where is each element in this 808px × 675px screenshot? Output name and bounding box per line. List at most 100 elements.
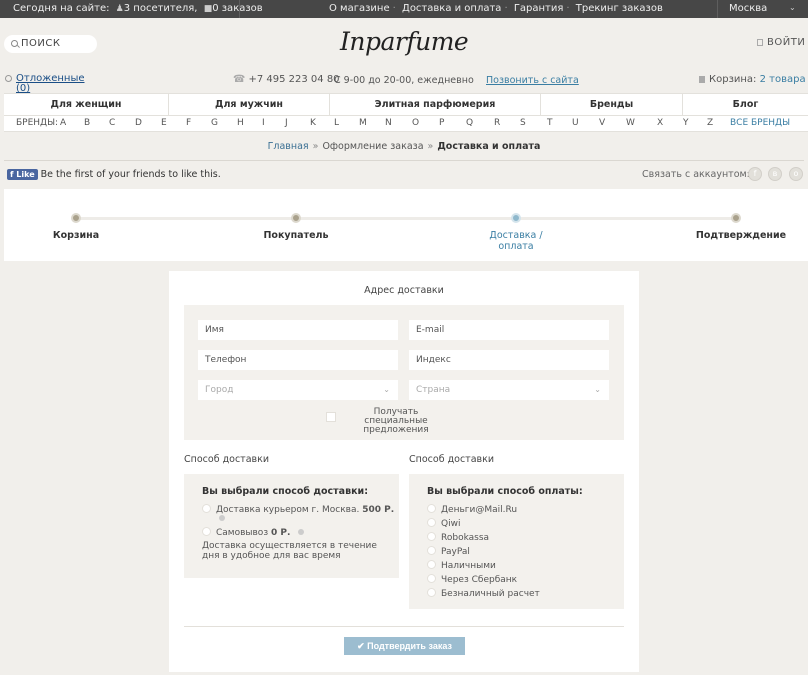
login-button[interactable]: ВОЙТИ bbox=[757, 37, 805, 48]
divider bbox=[4, 160, 804, 161]
country-dropdown[interactable]: Страна ⌄ bbox=[409, 380, 609, 400]
brand-letter[interactable]: L bbox=[334, 118, 339, 128]
breadcrumb-order[interactable]: Оформление заказа bbox=[322, 141, 423, 152]
steps-line bbox=[76, 217, 738, 220]
step-dot-active bbox=[511, 213, 521, 223]
step-delivery-payment: Доставка / оплата bbox=[489, 230, 543, 252]
delivery-note: Доставка осуществляется в течение дня в … bbox=[202, 541, 377, 561]
info-icon[interactable] bbox=[219, 515, 225, 521]
step-cart[interactable]: Корзина bbox=[21, 230, 131, 241]
lock-icon bbox=[757, 39, 763, 46]
payment-option-paypal[interactable]: PayPal bbox=[427, 546, 470, 557]
nav-women[interactable]: Для женщин bbox=[4, 94, 169, 115]
payment-option-cashless[interactable]: Безналичный расчет bbox=[427, 588, 540, 599]
brand-letter[interactable]: W bbox=[626, 118, 635, 128]
visitors-count: 3 посетителя, bbox=[123, 3, 198, 14]
facebook-icon[interactable]: f bbox=[748, 167, 762, 181]
link-account-label: Связать с аккаунтом: bbox=[642, 169, 750, 180]
brand-letter[interactable]: K bbox=[310, 118, 316, 128]
brand-letter[interactable]: C bbox=[109, 118, 115, 128]
nav-men[interactable]: Для мужчин bbox=[169, 94, 330, 115]
nav-brands[interactable]: Бренды bbox=[541, 94, 683, 115]
brand-letter[interactable]: Z bbox=[707, 118, 713, 128]
brand-letter[interactable]: O bbox=[412, 118, 419, 128]
brand-letter[interactable]: N bbox=[385, 118, 392, 128]
brands-alphabet: БРЕНДЫ: A B C D E F G H I J K L M N O P … bbox=[4, 116, 808, 132]
brand-letter[interactable]: T bbox=[547, 118, 553, 128]
cart-items[interactable]: 2 товара bbox=[760, 74, 806, 85]
menu-warranty[interactable]: Гарантия bbox=[514, 3, 564, 14]
step-buyer[interactable]: Покупатель bbox=[241, 230, 351, 241]
menu-about[interactable]: О магазине bbox=[329, 3, 390, 14]
menu-tracking[interactable]: Трекинг заказов bbox=[576, 3, 663, 14]
brand-letter[interactable]: S bbox=[520, 118, 526, 128]
all-brands-link[interactable]: ВСЕ БРЕНДЫ bbox=[730, 118, 790, 128]
brand-letter[interactable]: D bbox=[135, 118, 142, 128]
payment-option-cash[interactable]: Наличными bbox=[427, 560, 496, 571]
search-icon bbox=[11, 40, 18, 47]
brand-letter[interactable]: Y bbox=[683, 118, 689, 128]
offers-label: Получать специальные предложения bbox=[363, 407, 429, 435]
brand-letter[interactable]: X bbox=[657, 118, 663, 128]
payment-option-mailru[interactable]: Деньги@Mail.Ru bbox=[427, 504, 517, 515]
odnoklassniki-icon[interactable]: o bbox=[789, 167, 803, 181]
facebook-like-button[interactable]: f Like bbox=[7, 169, 38, 180]
divider bbox=[184, 626, 624, 627]
brand-letter[interactable]: F bbox=[186, 118, 191, 128]
nav-elite[interactable]: Элитная парфюмерия bbox=[330, 94, 541, 115]
brand-letter[interactable]: V bbox=[599, 118, 605, 128]
confirm-order-button[interactable]: ✔ Подтвердить заказ bbox=[344, 637, 465, 655]
brand-letter[interactable]: A bbox=[60, 118, 66, 128]
name-field[interactable]: Имя bbox=[198, 320, 398, 340]
search-label: ПОИСК bbox=[21, 38, 61, 49]
index-field[interactable]: Индекс bbox=[409, 350, 609, 370]
callback-link[interactable]: Позвонить с сайта bbox=[486, 75, 579, 86]
payment-option-robokassa[interactable]: Robokassa bbox=[427, 532, 489, 543]
site-logo[interactable]: Inparfume bbox=[340, 27, 469, 56]
chevron-down-icon: ⌄ bbox=[594, 385, 601, 394]
info-icon[interactable] bbox=[298, 529, 305, 535]
delivery-pickup-option[interactable]: Самовывоз 0 Р. bbox=[202, 527, 305, 538]
search-input[interactable]: ПОИСК bbox=[4, 35, 97, 53]
payment-option-sberbank[interactable]: Через Сбербанк bbox=[427, 574, 517, 585]
breadcrumb-current: Доставка и оплата bbox=[437, 141, 541, 152]
nav-blog[interactable]: Блог bbox=[683, 94, 808, 115]
main-nav: Для женщин Для мужчин Элитная парфюмерия… bbox=[4, 93, 808, 116]
payment-method-title: Способ доставки bbox=[409, 454, 495, 465]
brand-letter[interactable]: B bbox=[84, 118, 90, 128]
menu-delivery[interactable]: Доставка и оплата bbox=[402, 3, 501, 14]
delivery-courier-option[interactable]: Доставка курьером г. Москва. 500 Р. bbox=[202, 504, 394, 521]
radio[interactable] bbox=[202, 527, 211, 536]
orders-count: 0 заказов bbox=[212, 3, 263, 14]
breadcrumb-home[interactable]: Главная bbox=[268, 141, 309, 152]
checkout-steps: Корзина Покупатель Доставка / оплата Под… bbox=[4, 189, 808, 261]
phone-number: +7 495 223 04 80 bbox=[248, 74, 340, 85]
vk-icon[interactable]: в bbox=[768, 167, 782, 181]
brand-letter[interactable]: R bbox=[494, 118, 500, 128]
brand-letter[interactable]: H bbox=[237, 118, 244, 128]
chevron-down-icon[interactable]: ⌄ bbox=[789, 3, 796, 12]
cart-button[interactable]: Корзина: 2 товара▾ bbox=[699, 74, 808, 85]
phone-field[interactable]: Телефон bbox=[198, 350, 398, 370]
brand-letter[interactable]: G bbox=[211, 118, 218, 128]
brand-letter[interactable]: U bbox=[572, 118, 579, 128]
brand-letter[interactable]: E bbox=[161, 118, 167, 128]
step-dot bbox=[71, 213, 81, 223]
city-select[interactable]: Москва bbox=[729, 3, 767, 14]
login-label: ВОЙТИ bbox=[767, 37, 806, 48]
cart-label: Корзина: bbox=[709, 74, 757, 85]
breadcrumb: Главная» Оформление заказа» Доставка и опл… bbox=[267, 141, 541, 152]
phone-icon: ☎ bbox=[233, 74, 246, 85]
brand-letter[interactable]: Q bbox=[466, 118, 473, 128]
brand-letter[interactable]: J bbox=[285, 118, 288, 128]
city-dropdown[interactable]: Город ⌄ bbox=[198, 380, 398, 400]
email-field[interactable]: E-mail bbox=[409, 320, 609, 340]
radio[interactable] bbox=[202, 504, 211, 513]
offers-checkbox[interactable] bbox=[326, 412, 336, 422]
brand-letter[interactable]: P bbox=[439, 118, 444, 128]
payment-option-qiwi[interactable]: Qiwi bbox=[427, 518, 460, 529]
brand-letter[interactable]: M bbox=[359, 118, 367, 128]
delivery-method-title: Способ доставки bbox=[184, 454, 270, 465]
form-title: Адрес доставки bbox=[364, 285, 444, 296]
brand-letter[interactable]: I bbox=[262, 118, 265, 128]
